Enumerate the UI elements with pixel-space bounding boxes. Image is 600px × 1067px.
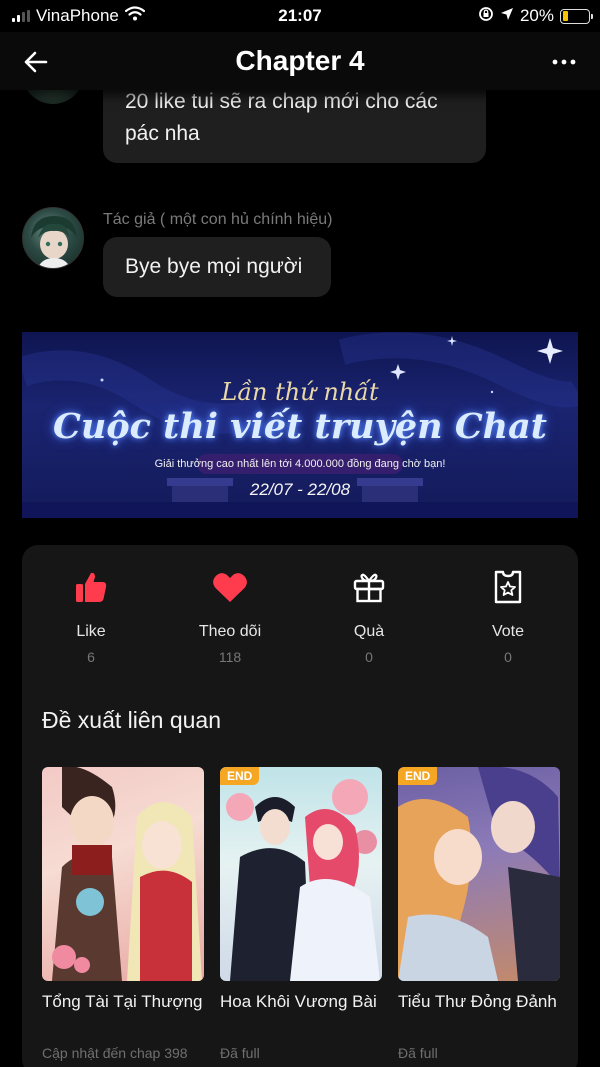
contest-banner[interactable]: Lần thứ nhất Cuộc thi viết truyện Chat G… [22,332,578,518]
story-cover-image: END [398,767,560,981]
chapter-actions-panel: Like 6 Theo dõi 118 Quà 0 Vote 0 Đề xuất… [22,545,578,1067]
story-title: Tiểu Thư Đỏng Đảnh [398,992,557,1011]
vote-count: 0 [504,649,512,665]
page-title: Chapter 4 [235,45,365,76]
end-badge: END [220,767,260,785]
story-status: Đã full [398,1045,438,1061]
more-options-button[interactable] [548,46,580,78]
top-app-bar: Chapter 4 [0,32,600,90]
author-name: Tác giả ( một con hủ chính hiệu) [103,211,333,228]
gift-count: 0 [365,649,373,665]
battery-percent: 20% [519,6,554,25]
vote-label: Vote [491,623,525,640]
gift-icon [314,565,424,609]
back-button[interactable] [20,46,52,78]
follow-button[interactable]: Theo dõi 118 [175,565,285,665]
gift-button[interactable]: Quà 0 [314,565,424,665]
like-button[interactable]: Like 6 [36,565,146,665]
gift-label: Quà [353,623,385,640]
carrier-name: VinaPhone [36,6,119,25]
related-story-card[interactable]: END Hoa Khôi Vương Bài Đã full [220,767,382,1061]
wifi-icon [124,6,145,26]
like-label: Like [76,623,106,640]
banner-title: Cuộc thi viết truyện Chat [53,406,547,447]
banner-dates: 22/07 - 22/08 [249,480,351,499]
related-story-card[interactable]: Tổng Tài Tại Thượng Cập nhật đến chap 39… [42,767,204,1061]
related-section-title: Đề xuất liên quan [42,707,222,733]
story-status: Đã full [220,1045,260,1061]
story-cover-image [42,767,204,981]
avatar[interactable] [22,207,84,269]
banner-heading: Lần thứ nhất [221,378,379,406]
action-row: Like 6 Theo dõi 118 Quà 0 Vote 0 [22,565,578,665]
follow-count: 118 [218,649,242,665]
story-status: Cập nhật đến chap 398 [42,1045,188,1061]
signal-icon [12,10,30,22]
related-story-card[interactable]: END Tiểu Thư Đỏng Đảnh Đã full [398,767,560,1061]
story-title: Tổng Tài Tại Thượng [42,992,203,1011]
vote-button[interactable]: Vote 0 [453,565,563,665]
chat-bubble-last: Bye bye mọi người [103,237,331,297]
location-icon [500,6,514,26]
story-cover-image: END [220,767,382,981]
like-count: 6 [87,649,95,665]
arrow-left-icon [24,51,48,73]
banner-prize: Giải thưởng cao nhất lên tới 4.000.000 đ… [154,458,446,470]
heart-icon [175,565,285,609]
follow-label: Theo dõi [198,623,262,640]
rotation-lock-icon [478,6,494,27]
more-horizontal-icon [552,59,576,65]
story-title: Hoa Khôi Vương Bài [220,992,377,1011]
end-badge: END [398,767,438,785]
battery-icon [560,8,593,24]
thumbs-up-icon [36,565,146,609]
status-bar: VinaPhone 21:07 20% [0,0,600,32]
vote-ticket-icon [453,565,563,609]
